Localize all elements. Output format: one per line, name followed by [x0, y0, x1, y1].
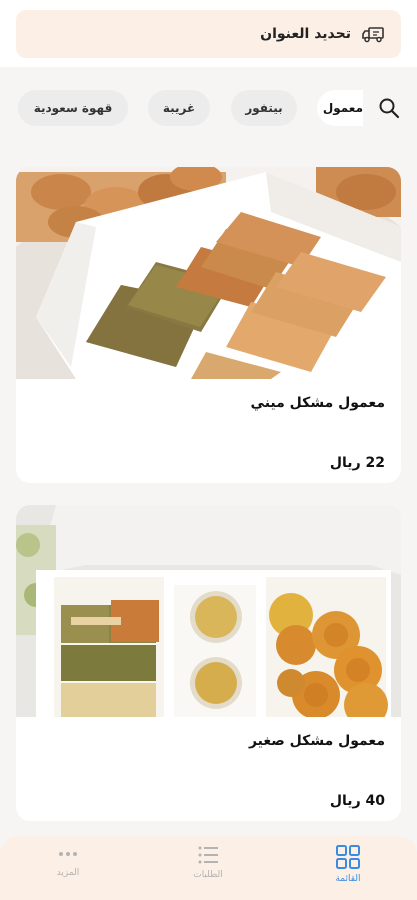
product-image	[16, 505, 401, 717]
list-icon	[198, 846, 218, 864]
nav-item-more[interactable]: المزيد	[28, 844, 108, 894]
category-chip-saudi-coffee[interactable]: قهوة سعودية	[18, 90, 128, 126]
address-label: تحديد العنوان	[260, 26, 351, 42]
product-name: معمول مشكل صغير	[248, 733, 385, 749]
search-icon[interactable]	[377, 96, 401, 120]
top-bar: تحديد العنوان	[0, 0, 417, 67]
delivery-truck-icon	[362, 27, 384, 43]
nav-item-menu[interactable]: القائمة	[308, 844, 388, 894]
product-card[interactable]: معمول مشكل ميني 22 ريال	[16, 167, 401, 483]
product-image	[16, 167, 401, 379]
product-price: 22 ريال	[329, 455, 385, 471]
category-label: غريبة	[162, 101, 196, 115]
grid-icon	[336, 845, 360, 869]
category-bar: قهوة سعودية غريبة بيتفور معمول	[0, 80, 417, 136]
category-label: قهوة سعودية	[33, 101, 113, 115]
category-label: معمول	[322, 101, 363, 115]
nav-label: المزيد	[56, 868, 80, 878]
product-name: معمول مشكل ميني	[250, 395, 385, 411]
category-chip-maamoul[interactable]: معمول	[317, 90, 363, 126]
product-price: 40 ريال	[329, 793, 385, 809]
more-dots-icon	[59, 852, 77, 856]
category-label: بيتفور	[245, 101, 283, 115]
nav-label: القائمة	[335, 874, 361, 884]
category-chip-petitfour[interactable]: بيتفور	[231, 90, 297, 126]
bottom-navigation: المزيد الطلبات القائمة	[0, 836, 417, 900]
category-chip-ghraiba[interactable]: غريبة	[148, 90, 210, 126]
product-card[interactable]: معمول مشكل صغير 40 ريال	[16, 505, 401, 821]
nav-label: الطلبات	[193, 870, 223, 880]
nav-item-orders[interactable]: الطلبات	[168, 844, 248, 894]
set-address-button[interactable]: تحديد العنوان	[16, 10, 401, 58]
